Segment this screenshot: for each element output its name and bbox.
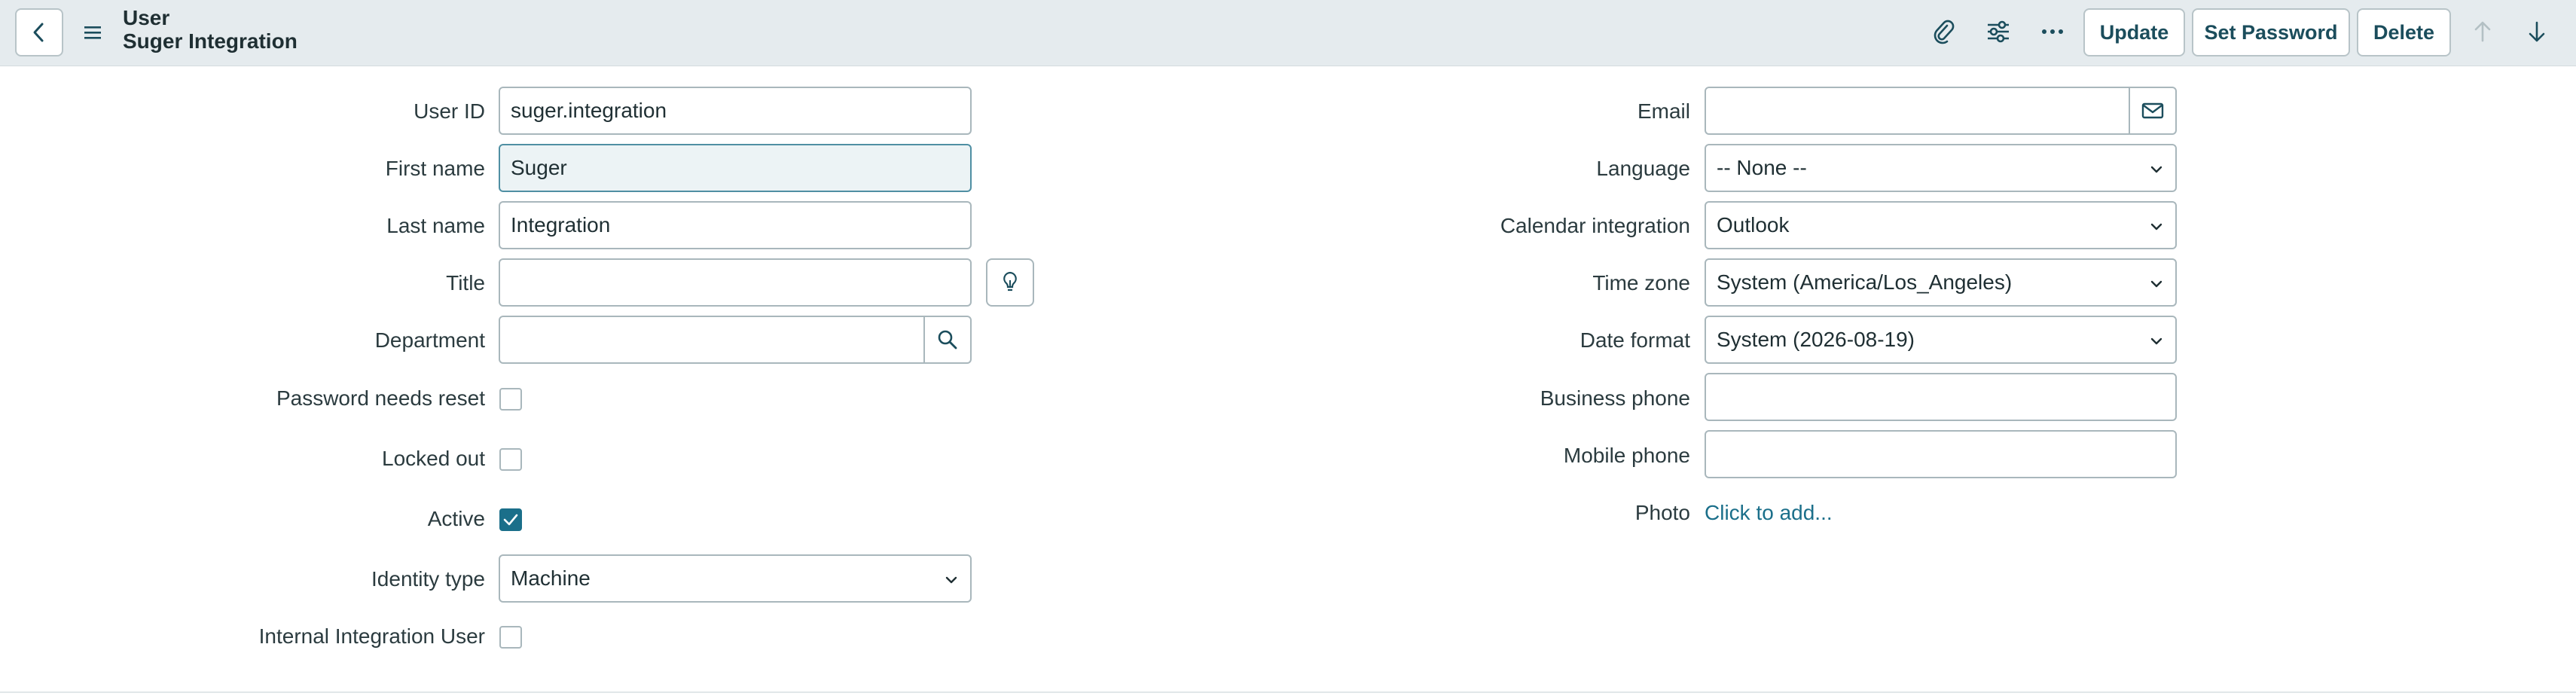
attachment-button[interactable] — [1928, 17, 1958, 47]
internal-integration-user-label: Internal Integration User — [258, 624, 485, 648]
envelope-icon — [2141, 102, 2164, 119]
menu-icon[interactable] — [81, 21, 104, 44]
department-label: Department — [374, 328, 485, 352]
delete-button[interactable]: Delete — [2357, 8, 2451, 56]
photo-label: Photo — [1634, 501, 1690, 524]
active-checkbox[interactable] — [499, 508, 522, 531]
last-name-input[interactable]: Integration — [499, 201, 972, 249]
business-phone-label: Business phone — [1540, 386, 1690, 410]
send-email-button[interactable] — [2129, 87, 2177, 135]
sliders-icon — [1988, 20, 2009, 43]
calendar-integration-label: Calendar integration — [1500, 214, 1690, 237]
search-icon — [938, 330, 957, 350]
photo-add-link[interactable]: Click to add... — [1705, 500, 1833, 526]
department-input[interactable] — [499, 316, 925, 364]
next-record-button[interactable] — [2522, 17, 2552, 47]
record-name: Suger Integration — [123, 29, 298, 53]
locked-out-checkbox[interactable] — [499, 448, 522, 471]
first-name-label: First name — [385, 157, 485, 180]
suggestion-button[interactable] — [986, 258, 1034, 307]
form-header: User Suger Integration Update Set Passwo… — [0, 0, 2576, 66]
lightbulb-icon — [1003, 271, 1017, 292]
time-zone-label: Time zone — [1592, 271, 1690, 295]
active-label: Active — [427, 507, 485, 530]
locked-out-label: Locked out — [382, 447, 485, 470]
chevron-down-icon — [2150, 337, 2162, 345]
more-icon — [2042, 29, 2063, 34]
checkmark-icon — [503, 514, 518, 526]
email-input[interactable] — [1705, 87, 2131, 135]
language-select[interactable]: -- None -- — [1705, 144, 2177, 192]
chevron-down-icon — [2150, 166, 2162, 173]
mobile-phone-label: Mobile phone — [1563, 444, 1690, 467]
last-name-label: Last name — [386, 214, 485, 237]
title-label: Title — [446, 271, 485, 295]
business-phone-input[interactable] — [1705, 373, 2177, 421]
department-lookup-button[interactable] — [923, 316, 972, 364]
first-name-input[interactable]: Suger — [499, 144, 972, 192]
record-type: User — [123, 6, 170, 29]
personalize-button[interactable] — [1983, 17, 2013, 47]
title-input[interactable] — [499, 258, 972, 307]
password-needs-reset-checkbox[interactable] — [499, 388, 522, 411]
calendar-integration-value: Outlook — [1717, 213, 1790, 237]
form-bottom-divider — [0, 691, 2576, 693]
time-zone-value: System (America/Los_Angeles) — [1717, 270, 2013, 294]
previous-record-button[interactable] — [2468, 17, 2498, 47]
time-zone-select[interactable]: System (America/Los_Angeles) — [1705, 258, 2177, 307]
email-label: Email — [1637, 99, 1690, 123]
internal-integration-user-checkbox[interactable] — [499, 626, 522, 649]
password-needs-reset-label: Password needs reset — [276, 386, 485, 410]
mobile-phone-input[interactable] — [1705, 430, 2177, 478]
calendar-integration-select[interactable]: Outlook — [1705, 201, 2177, 249]
date-format-value: System (2026-08-19) — [1717, 328, 1915, 351]
date-format-select[interactable]: System (2026-08-19) — [1705, 316, 2177, 364]
update-button[interactable]: Update — [2083, 8, 2185, 56]
identity-type-select[interactable]: Machine — [499, 554, 972, 603]
paperclip-icon — [1934, 20, 1955, 44]
user-id-input[interactable]: suger.integration — [499, 87, 972, 135]
chevron-down-icon — [2150, 280, 2162, 288]
identity-type-value: Machine — [511, 566, 591, 590]
language-value: -- None -- — [1717, 156, 1807, 179]
set-password-button[interactable]: Set Password — [2192, 8, 2350, 56]
arrow-up-icon — [2474, 21, 2491, 42]
date-format-label: Date format — [1579, 328, 1690, 352]
back-button[interactable] — [15, 8, 63, 56]
identity-type-label: Identity type — [371, 567, 485, 591]
chevron-down-icon — [945, 576, 957, 584]
chevron-down-icon — [2150, 223, 2162, 230]
arrow-down-icon — [2529, 21, 2545, 42]
more-actions-button[interactable] — [2037, 17, 2068, 47]
user-id-label: User ID — [414, 99, 485, 123]
back-icon — [33, 23, 44, 42]
language-label: Language — [1596, 157, 1690, 180]
